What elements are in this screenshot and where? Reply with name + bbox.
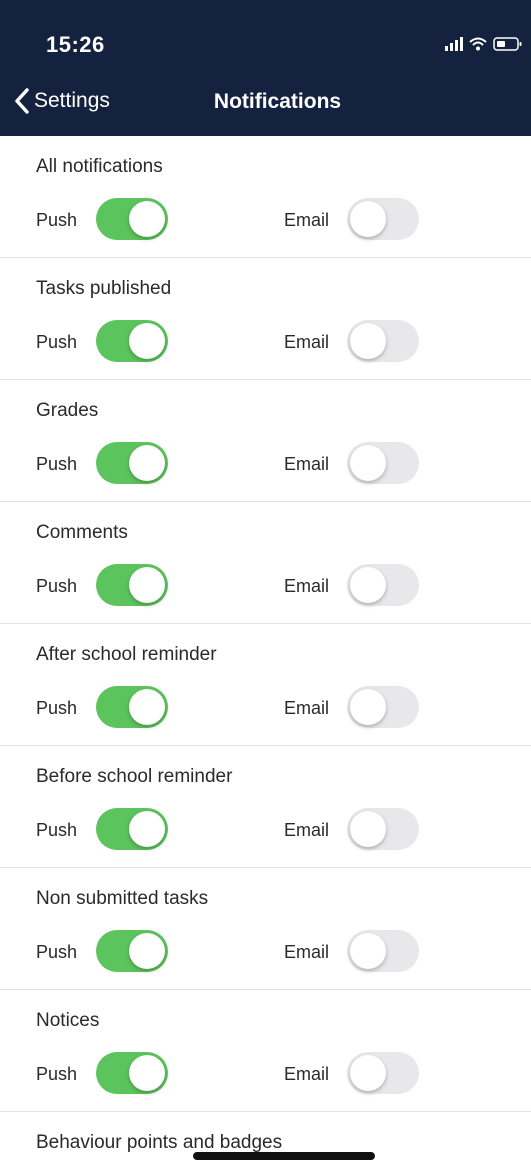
notification-section: Notices Push Email (0, 990, 531, 1112)
section-title: Tasks published (36, 278, 172, 299)
notification-section: Non submitted tasks Push Email (0, 868, 531, 990)
toggle-knob (350, 1055, 386, 1091)
page-title: Notifications (213, 90, 342, 113)
toggle-knob (129, 201, 165, 237)
email-label: Email (284, 1064, 330, 1084)
email-toggle[interactable] (347, 442, 419, 484)
section-title: Before school reminder (36, 766, 233, 787)
push-label: Push (36, 210, 78, 230)
section-title: Comments (36, 522, 128, 543)
email-toggle[interactable] (347, 1052, 419, 1094)
section-title: Non submitted tasks (36, 888, 209, 909)
email-label: Email (284, 332, 330, 352)
email-label: Email (284, 820, 330, 840)
email-toggle[interactable] (347, 198, 419, 240)
toggle-knob (350, 811, 386, 847)
email-label: Email (284, 454, 330, 474)
email-label: Email (284, 210, 330, 230)
notification-settings-list: All notifications Push Email Tasks publishe… (0, 136, 531, 1172)
email-toggle[interactable] (347, 320, 419, 362)
toggle-knob (350, 201, 386, 237)
email-label: Email (284, 576, 330, 596)
push-label: Push (36, 1064, 78, 1084)
section-title: All notifications (36, 156, 163, 177)
toggle-knob (129, 933, 165, 969)
push-toggle[interactable] (96, 442, 168, 484)
toggle-knob (350, 567, 386, 603)
email-toggle[interactable] (347, 564, 419, 606)
email-label: Email (284, 942, 330, 962)
section-title: Grades (36, 400, 99, 421)
push-toggle[interactable] (96, 686, 168, 728)
section-title: Behaviour points and badges (36, 1132, 283, 1153)
cellular-signal-icon (445, 37, 463, 51)
push-toggle[interactable] (96, 320, 168, 362)
status-time: 15:26 (46, 32, 105, 57)
notification-section: Tasks published Push Email (0, 258, 531, 380)
notification-section: After school reminder Push Email (0, 624, 531, 746)
push-toggle[interactable] (96, 808, 168, 850)
wifi-icon (469, 37, 487, 51)
notification-section: Comments Push Email (0, 502, 531, 624)
status-icons (445, 32, 523, 56)
toggle-knob (129, 689, 165, 725)
email-toggle[interactable] (347, 686, 419, 728)
notification-section: Behaviour points and badges (0, 1112, 531, 1172)
email-toggle[interactable] (347, 808, 419, 850)
toggle-knob (129, 1055, 165, 1091)
push-toggle[interactable] (96, 564, 168, 606)
toggle-knob (350, 445, 386, 481)
push-toggle[interactable] (96, 1052, 168, 1094)
push-label: Push (36, 820, 78, 840)
toggle-knob (129, 445, 165, 481)
toggle-knob (350, 323, 386, 359)
push-toggle[interactable] (96, 198, 168, 240)
push-toggle[interactable] (96, 930, 168, 972)
toggle-knob (350, 689, 386, 725)
push-label: Push (36, 698, 78, 718)
push-label: Push (36, 454, 78, 474)
battery-icon (493, 37, 522, 51)
toggle-knob (129, 323, 165, 359)
toggle-knob (350, 933, 386, 969)
notification-section: Grades Push Email (0, 380, 531, 502)
toggle-knob (129, 811, 165, 847)
notification-section: All notifications Push Email (0, 136, 531, 258)
toggle-knob (129, 567, 165, 603)
email-label: Email (284, 698, 330, 718)
section-title: After school reminder (36, 644, 217, 665)
push-label: Push (36, 332, 78, 352)
home-indicator (193, 1152, 375, 1160)
email-toggle[interactable] (347, 930, 419, 972)
app-header: 15:26 Settings Notifications (0, 0, 531, 136)
section-title: Notices (36, 1010, 100, 1031)
notification-section: Before school reminder Push Email (0, 746, 531, 868)
push-label: Push (36, 576, 78, 596)
push-label: Push (36, 942, 78, 962)
